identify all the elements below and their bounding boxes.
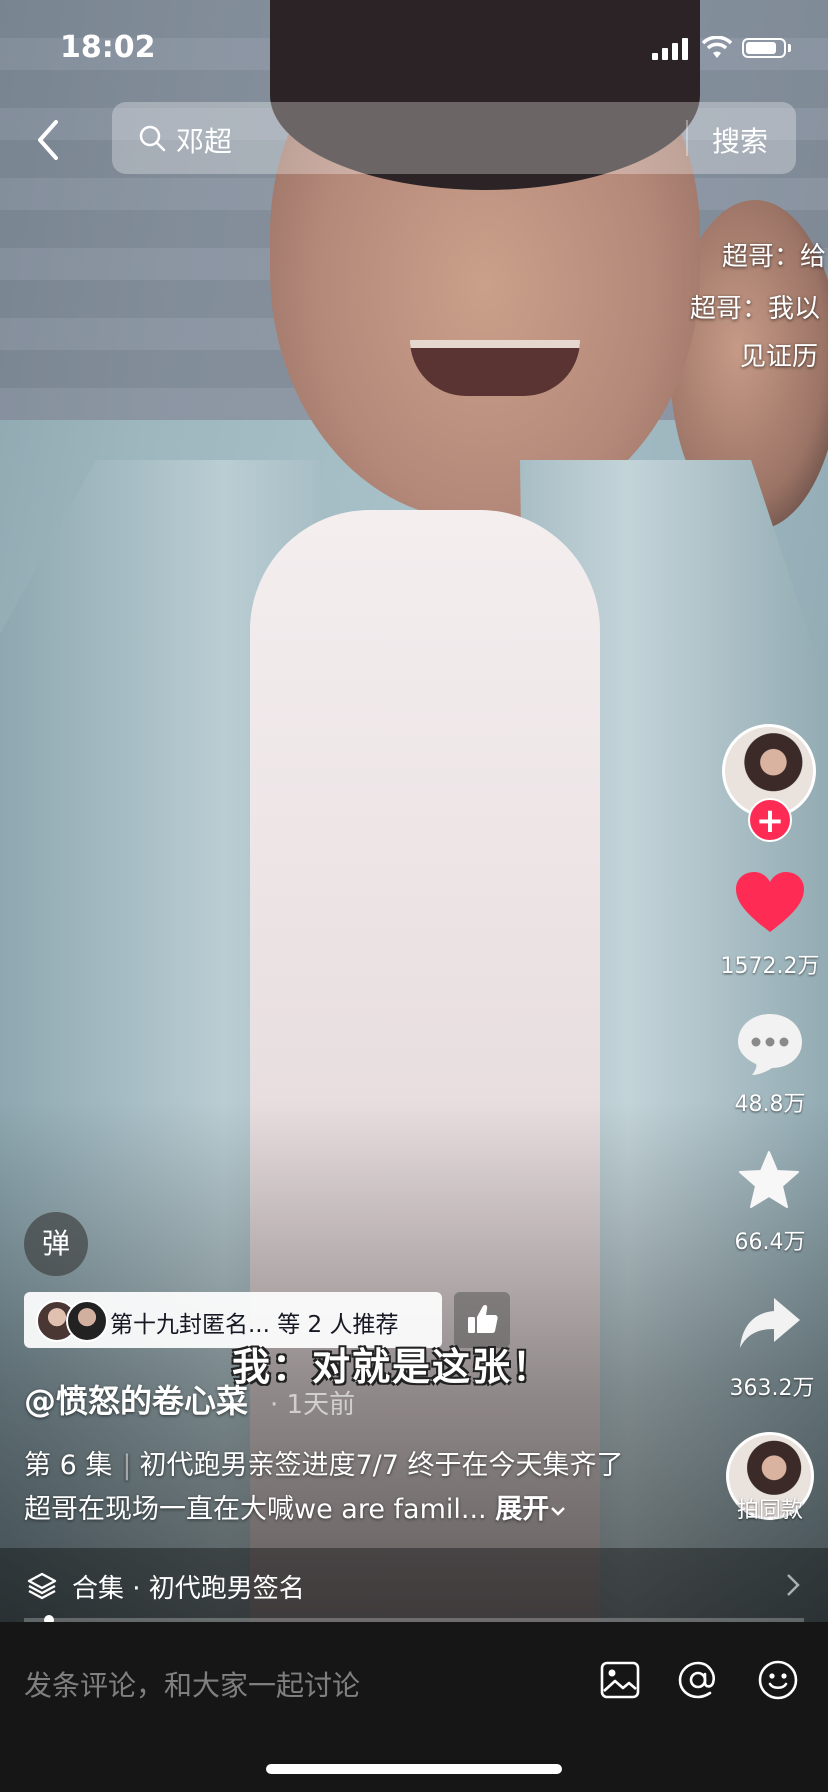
search-bar[interactable]: 邓超 搜索 <box>112 102 796 174</box>
emoji-icon[interactable] <box>756 1658 800 1702</box>
star-icon[interactable] <box>738 1150 800 1210</box>
same-style-label[interactable]: 拍同款 <box>710 1492 828 1524</box>
danmaku-comment: 超哥：给 <box>722 242 827 272</box>
like-count: 1572.2万 <box>720 954 820 979</box>
status-bar: 18:02 <box>0 0 828 100</box>
episode-separator: | <box>122 1450 132 1481</box>
back-icon[interactable] <box>28 112 68 168</box>
chevron-right-icon <box>787 1574 800 1596</box>
share-count: 363.2万 <box>729 1376 815 1401</box>
comment-icon[interactable] <box>736 1012 804 1076</box>
expand-button[interactable]: 展开 <box>495 1494 567 1525</box>
like-icon[interactable] <box>736 872 804 934</box>
share-icon[interactable] <box>738 1296 802 1350</box>
battery-tip <box>788 44 791 52</box>
danmaku-comment: 见证历 <box>740 342 819 372</box>
expand-label: 展开 <box>495 1494 550 1525</box>
image-icon[interactable] <box>598 1658 642 1702</box>
favorite-count: 66.4万 <box>734 1230 806 1255</box>
search-divider <box>686 120 688 156</box>
at-icon[interactable] <box>676 1658 720 1702</box>
recommender-avatar <box>66 1300 108 1342</box>
search-button[interactable]: 搜索 <box>712 120 768 160</box>
comment-input[interactable]: 发条评论，和大家一起讨论 <box>24 1664 360 1704</box>
danmaku-comment: 超哥：我以 <box>690 294 821 324</box>
post-time: · 1天前 <box>270 1390 356 1420</box>
post-description[interactable]: 第 6 集 | 初代跑男亲签进度7/7 终于在今天集齐了 超哥在现场一直在大喊we … <box>24 1444 644 1532</box>
status-time: 18:02 <box>60 30 156 65</box>
collection-icon <box>27 1572 57 1600</box>
search-query[interactable]: 邓超 <box>176 120 232 160</box>
chevron-down-icon <box>551 1507 566 1516</box>
wifi-icon <box>702 36 732 58</box>
comment-bar: 发条评论，和大家一起讨论 <box>0 1622 828 1792</box>
video-subtitle: 我：对就是这张！ <box>232 1345 553 1389</box>
home-indicator <box>266 1764 562 1774</box>
author-name[interactable]: @愤怒的卷心菜 <box>24 1376 248 1422</box>
episode-label[interactable]: 第 6 集 <box>24 1450 112 1481</box>
battery-icon <box>742 38 786 58</box>
collection-bar[interactable]: 合集 · 初代跑男签名 <box>0 1548 828 1622</box>
collection-label: 合集 · 初代跑男签名 <box>72 1574 305 1604</box>
cellular-signal-icon <box>652 38 688 60</box>
comment-count: 48.8万 <box>734 1092 806 1117</box>
danmaku-toggle-button[interactable]: 弹 <box>24 1212 88 1276</box>
search-icon <box>139 125 166 152</box>
follow-button[interactable]: + <box>748 798 792 842</box>
recommend-text: 第十九封匿名... 等 2 人推荐 <box>110 1312 399 1338</box>
